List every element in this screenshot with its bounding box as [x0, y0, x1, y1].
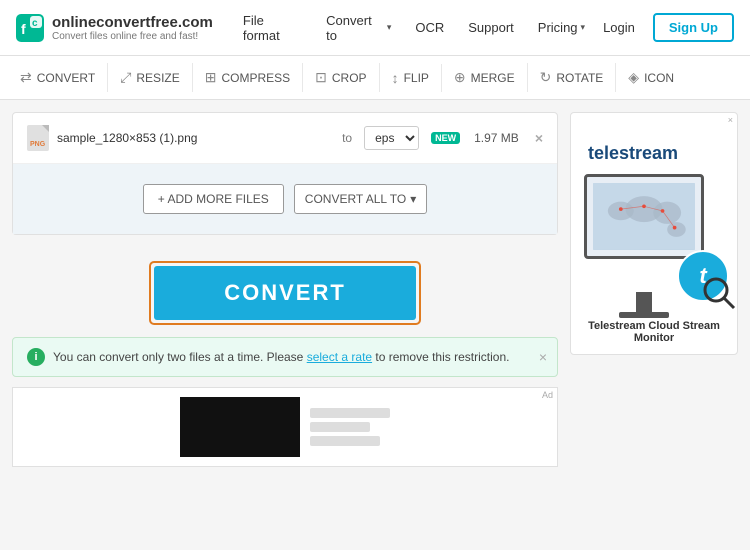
- right-ad: × telestream: [570, 112, 738, 355]
- convert-button-wrapper: CONVERT: [12, 245, 558, 337]
- brand-logo-area: telestream: [584, 137, 724, 168]
- ad-caption: Telestream Cloud Stream Monitor: [581, 320, 727, 344]
- remove-file-button[interactable]: ×: [535, 130, 543, 146]
- toolbar-compress[interactable]: ⊞ COMPRESS: [193, 63, 303, 92]
- header: f c onlineconvertfree.com Convert files …: [0, 0, 750, 56]
- toolbar-crop[interactable]: ⊡ CROP: [303, 63, 379, 92]
- ad-image: [180, 397, 300, 457]
- info-icon: i: [27, 348, 45, 366]
- monitor-stand: [636, 292, 652, 312]
- nav-support[interactable]: Support: [458, 14, 524, 41]
- resize-icon: ⤢: [120, 69, 131, 86]
- file-row: PNG sample_1280×853 (1).png to eps png j…: [13, 113, 557, 164]
- format-select[interactable]: eps png jpg pdf svg: [364, 126, 419, 150]
- logo-title: onlineconvertfree.com: [52, 14, 213, 31]
- map-svg: [593, 183, 695, 250]
- toolbar: ⇄ CONVERT ⤢ RESIZE ⊞ COMPRESS ⊡ CROP ↕ F…: [0, 56, 750, 100]
- info-banner: i You can convert only two files at a ti…: [12, 337, 558, 377]
- logo-icon: f c: [16, 14, 44, 42]
- info-text: You can convert only two files at a time…: [53, 350, 509, 364]
- nav-convert-to[interactable]: Convert to ▾: [316, 7, 401, 49]
- main-content: PNG sample_1280×853 (1).png to eps png j…: [0, 100, 750, 479]
- icon-icon: ◈: [628, 69, 639, 86]
- bottom-ad: Ad: [12, 387, 558, 467]
- signup-button[interactable]: Sign Up: [653, 13, 734, 42]
- merge-icon: ⊕: [454, 69, 466, 86]
- nav-pricing[interactable]: Pricing ▾: [528, 14, 595, 41]
- flip-icon: ↕: [392, 70, 399, 86]
- toolbar-icon[interactable]: ◈ ICON: [616, 63, 686, 92]
- toolbar-flip[interactable]: ↕ FLIP: [380, 64, 442, 92]
- monitor-illustration: t: [584, 174, 724, 294]
- chevron-down-icon: ▾: [581, 22, 586, 33]
- logo-subtitle: Convert files online free and fast!: [52, 31, 213, 42]
- new-badge: NEW: [431, 132, 460, 144]
- convert-button[interactable]: CONVERT: [154, 266, 416, 320]
- rate-link[interactable]: select a rate: [307, 350, 372, 364]
- file-size: 1.97 MB: [474, 131, 519, 145]
- ad-close-icon[interactable]: ×: [728, 115, 733, 125]
- toolbar-resize[interactable]: ⤢ RESIZE: [108, 63, 193, 92]
- add-more-files-button[interactable]: + ADD MORE FILES: [143, 184, 284, 214]
- toolbar-convert[interactable]: ⇄ CONVERT: [8, 63, 108, 92]
- logo[interactable]: f c onlineconvertfree.com Convert files …: [16, 14, 213, 42]
- file-icon: PNG: [27, 125, 49, 151]
- monitor-map: [593, 183, 695, 250]
- svg-text:c: c: [32, 18, 38, 29]
- magnifier-icon: [702, 276, 738, 312]
- login-button[interactable]: Login: [595, 16, 643, 39]
- ad-label: Ad: [542, 390, 553, 400]
- main-nav: File format Convert to ▾ OCR Support Pri…: [233, 7, 595, 49]
- chevron-down-icon: ▾: [410, 192, 416, 206]
- crop-icon: ⊡: [315, 69, 327, 86]
- header-actions: Login Sign Up: [595, 13, 734, 42]
- svg-text:f: f: [21, 21, 26, 37]
- toolbar-merge[interactable]: ⊕ MERGE: [442, 63, 528, 92]
- svg-text:telestream: telestream: [588, 143, 678, 163]
- brand-logo: telestream: [584, 137, 724, 165]
- rotate-icon: ↻: [540, 69, 552, 86]
- file-name: sample_1280×853 (1).png: [57, 131, 334, 145]
- converter-box: PNG sample_1280×853 (1).png to eps png j…: [12, 112, 558, 235]
- drop-area: + ADD MORE FILES CONVERT ALL TO ▾: [13, 164, 557, 234]
- monitor-screen: [584, 174, 704, 259]
- chevron-down-icon: ▾: [387, 22, 392, 33]
- toolbar-rotate[interactable]: ↻ ROTATE: [528, 63, 617, 92]
- convert-all-wrapper: CONVERT ALL TO ▾: [294, 184, 427, 214]
- nav-file-format[interactable]: File format: [233, 7, 312, 49]
- convert-icon: ⇄: [20, 69, 32, 86]
- close-banner-button[interactable]: ×: [539, 349, 547, 365]
- convert-button-outer: CONVERT: [149, 261, 421, 325]
- ad-content: telestream: [571, 113, 737, 354]
- to-label: to: [342, 131, 352, 145]
- left-panel: PNG sample_1280×853 (1).png to eps png j…: [12, 112, 558, 467]
- convert-all-button[interactable]: CONVERT ALL TO ▾: [294, 184, 427, 214]
- nav-ocr[interactable]: OCR: [405, 14, 454, 41]
- right-panel: × telestream: [570, 112, 738, 467]
- compress-icon: ⊞: [205, 69, 217, 86]
- monitor-base: [619, 312, 669, 318]
- ad-text-area: [310, 408, 390, 446]
